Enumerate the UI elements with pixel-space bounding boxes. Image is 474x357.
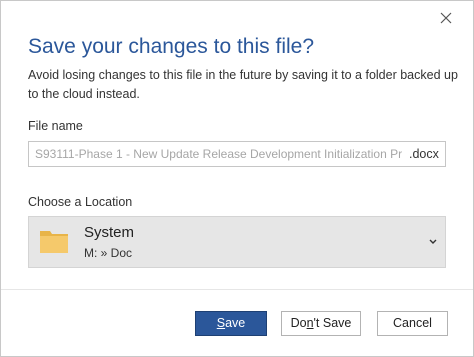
save-mnemonic: S (216, 316, 226, 330)
file-name-input[interactable] (29, 142, 403, 166)
chevron-down-icon (429, 239, 437, 244)
folder-icon (40, 231, 68, 253)
location-name: System (84, 224, 135, 241)
file-name-label: File name (28, 119, 83, 133)
dialog-title: Save your changes to this file? (28, 35, 315, 58)
cancel-button[interactable]: Cancel (377, 311, 448, 336)
save-changes-dialog: Save your changes to this file? Avoid lo… (0, 0, 474, 357)
dont-save-label-rest: 't Save (313, 316, 352, 330)
save-label-rest: ave (225, 316, 246, 330)
file-name-field: .docx (28, 141, 446, 167)
dont-save-button[interactable]: Don't Save (281, 311, 361, 336)
location-dropdown[interactable]: System M: » Doc (28, 216, 446, 268)
close-button[interactable] (435, 7, 457, 29)
dont-save-label-pre: Do (290, 316, 307, 330)
file-extension: .docx (409, 147, 439, 161)
footer-divider (1, 289, 473, 290)
choose-location-label: Choose a Location (28, 195, 133, 209)
save-button[interactable]: Save (195, 311, 267, 336)
location-path: M: » Doc (84, 246, 133, 260)
dont-save-mnemonic: n (306, 316, 314, 330)
close-icon (440, 12, 452, 24)
dialog-description: Avoid losing changes to this file in the… (28, 68, 458, 101)
